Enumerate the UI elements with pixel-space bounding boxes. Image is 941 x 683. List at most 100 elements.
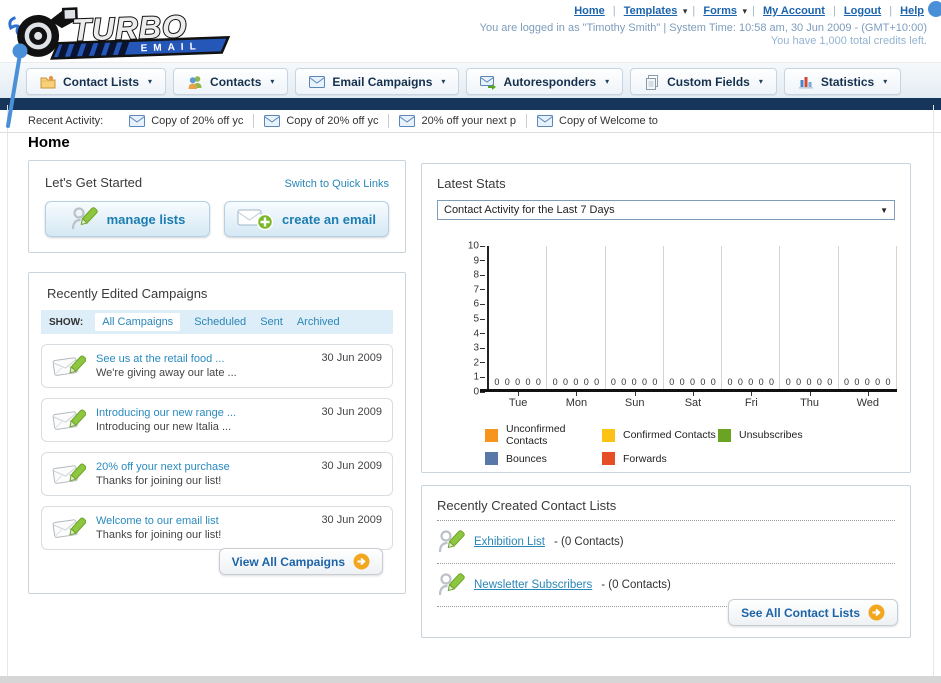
dark-divider-bar xyxy=(0,98,941,110)
filter-sent[interactable]: Sent xyxy=(260,316,283,328)
legend-item: Bounces xyxy=(485,452,602,465)
tab-autoresponders[interactable]: Autoresponders ▾ xyxy=(466,68,624,95)
chevron-down-icon: ▾ xyxy=(680,6,688,16)
filter-archived[interactable]: Archived xyxy=(297,316,340,328)
go-arrow-icon xyxy=(868,604,885,621)
tab-email-campaigns[interactable]: Email Campaigns ▾ xyxy=(295,68,460,95)
y-tick-mark xyxy=(480,260,485,262)
contacts-icon xyxy=(187,74,203,90)
campaign-row[interactable]: Introducing our new range ... Introducing… xyxy=(41,398,393,442)
legend-item: Unconfirmed Contacts xyxy=(485,423,602,447)
chart-group-sat: 00000 xyxy=(664,246,723,389)
filter-all-campaigns[interactable]: All Campaigns xyxy=(95,313,181,331)
top-link-help[interactable]: Help xyxy=(900,5,924,17)
recent-activity-item[interactable]: Copy of Welcome to xyxy=(527,115,668,127)
statistics-icon xyxy=(798,74,814,90)
recent-activity-strip: Recent Activity: Copy of 20% off yc Copy … xyxy=(0,110,941,133)
top-link-home[interactable]: Home xyxy=(574,5,605,17)
nav-separator: | xyxy=(886,5,896,17)
contact-list-link[interactable]: Newsletter Subscribers xyxy=(474,579,592,591)
recent-activity-item-label: Copy of 20% off yc xyxy=(151,115,244,127)
top-link-templates[interactable]: Templates xyxy=(624,5,678,17)
legend-label: Forwards xyxy=(623,452,667,465)
tab-statistics[interactable]: Statistics ▾ xyxy=(783,68,902,95)
recent-activity-item[interactable]: Copy of 20% off yc xyxy=(254,115,388,127)
recent-activity-item[interactable]: Copy of 20% off yc xyxy=(119,115,253,127)
campaign-row[interactable]: 20% off your next purchase Thanks for joi… xyxy=(41,452,393,496)
campaign-title-link[interactable]: See us at the retail food ... xyxy=(96,353,237,365)
contact-list-link[interactable]: Exhibition List xyxy=(474,536,545,548)
tab-contacts[interactable]: Contacts ▾ xyxy=(173,68,289,95)
recently-created-contact-lists-panel: Recently Created Contact Lists Exhibitio… xyxy=(421,485,911,638)
tab-contact-lists[interactable]: Contact Lists ▾ xyxy=(26,68,167,95)
chart-zero-values: 00000 xyxy=(489,377,546,389)
page-title: Home xyxy=(28,134,70,151)
data-value: 0 xyxy=(583,377,589,387)
envelope-icon xyxy=(129,115,146,127)
tab-label: Autoresponders xyxy=(503,74,597,89)
chart-group-sun: 00000 xyxy=(606,246,664,389)
chevron-down-icon: ▾ xyxy=(441,77,446,86)
tab-label: Email Campaigns xyxy=(332,74,433,89)
dotted-divider xyxy=(437,563,895,564)
turbo-email-logo: EMAIL TURBO xyxy=(6,2,238,63)
view-all-campaigns-button[interactable]: View All Campaigns xyxy=(218,548,383,575)
data-value: 0 xyxy=(796,377,802,387)
campaign-title-link[interactable]: 20% off your next purchase xyxy=(96,461,230,473)
stats-range-select[interactable]: Contact Activity for the Last 7 Days ▼ xyxy=(437,200,895,220)
data-value: 0 xyxy=(727,377,733,387)
y-tick-mark xyxy=(480,347,485,349)
x-tick-mark xyxy=(809,392,811,396)
x-axis-label-mon: Mon xyxy=(547,392,605,409)
contact-list-count: - (0 Contacts) xyxy=(601,579,671,591)
see-all-contact-lists-button[interactable]: See All Contact Lists xyxy=(728,599,898,626)
y-tick-label: 0 xyxy=(473,386,479,398)
filter-scheduled[interactable]: Scheduled xyxy=(194,316,246,328)
tab-label: Custom Fields xyxy=(667,74,750,89)
tab-label: Contact Lists xyxy=(63,74,140,89)
legend-swatch xyxy=(485,428,498,442)
campaign-row[interactable]: See us at the retail food ... We're givin… xyxy=(41,344,393,388)
tab-custom-fields[interactable]: Custom Fields ▾ xyxy=(630,68,777,95)
envelope-plus-icon xyxy=(237,207,274,231)
campaign-subtitle: Thanks for joining our list! xyxy=(96,529,222,541)
legend-label: Unconfirmed Contacts xyxy=(506,423,566,447)
chart-group-thu: 00000 xyxy=(780,246,839,389)
data-value: 0 xyxy=(710,377,716,387)
campaign-row[interactable]: Welcome to our email list Thanks for join… xyxy=(41,506,393,550)
nav-separator: | xyxy=(609,5,619,17)
data-value: 0 xyxy=(535,377,541,387)
top-link-my-account[interactable]: My Account xyxy=(763,5,825,17)
data-value: 0 xyxy=(885,377,891,387)
recent-activity-item[interactable]: 20% off your next p xyxy=(389,115,526,127)
contact-list-row: Exhibition List - (0 Contacts) xyxy=(437,528,895,556)
x-axis-label-sun: Sun xyxy=(606,392,664,409)
create-an-email-button[interactable]: create an email xyxy=(224,201,389,237)
manage-lists-button[interactable]: manage lists xyxy=(45,201,210,237)
x-axis-label-sat: Sat xyxy=(664,392,722,409)
logo-turbo-text: TURBO xyxy=(71,9,187,48)
chart-group-mon: 00000 xyxy=(547,246,606,389)
campaign-text: Introducing our new range ... Introducing… xyxy=(96,407,236,433)
y-tick-mark xyxy=(480,376,485,378)
legend-swatch xyxy=(602,452,615,465)
top-link-logout[interactable]: Logout xyxy=(844,5,881,17)
campaign-subtitle: Thanks for joining our list! xyxy=(96,475,222,487)
data-value: 0 xyxy=(563,377,569,387)
data-value: 0 xyxy=(621,377,627,387)
campaign-title-link[interactable]: Introducing our new range ... xyxy=(96,407,236,419)
y-tick-mark xyxy=(480,303,485,305)
data-value: 0 xyxy=(525,377,531,387)
get-started-panel: Let's Get Started Switch to Quick Links … xyxy=(28,160,406,253)
see-all-contact-lists-label: See All Contact Lists xyxy=(741,605,860,620)
y-tick-mark xyxy=(480,289,485,291)
envelope-icon xyxy=(399,115,416,127)
recently-edited-campaigns-panel: Recently Edited Campaigns SHOW: All Camp… xyxy=(28,272,406,594)
top-link-forms[interactable]: Forms xyxy=(703,5,737,17)
chart-zero-values: 00000 xyxy=(839,377,896,389)
contact-list-count: - (0 Contacts) xyxy=(553,536,624,548)
y-tick-label: 3 xyxy=(473,342,479,354)
switch-to-quick-links[interactable]: Switch to Quick Links xyxy=(284,178,389,190)
campaign-title-link[interactable]: Welcome to our email list xyxy=(96,515,221,527)
chevron-down-icon: ▾ xyxy=(758,77,763,86)
